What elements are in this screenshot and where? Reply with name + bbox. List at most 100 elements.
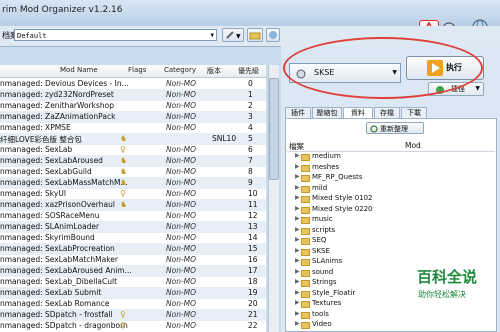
header-priority[interactable]: 優先級 [238,66,259,76]
tree-item-label: Style_Floatir [312,288,356,297]
folder-icon [301,290,310,298]
folder-icon [301,175,310,182]
mod-category: Non-MO [166,123,197,132]
expand-arrow-icon[interactable]: ▶ [295,184,300,191]
flag-icon: ♀ [120,145,126,154]
scrollbar-thumb[interactable] [269,78,279,180]
tree-item-label: Mixed Style 0102 [312,194,373,202]
tree-item-label: SKSE [312,246,330,255]
mod-name: nmanaged: SexLabAroused [0,156,103,165]
mod-name: nmanaged: SkyUI [0,189,67,198]
expand-arrow-icon[interactable]: ▶ [295,205,300,212]
profile-value: Default [17,32,47,40]
folder-icon [301,248,310,256]
mod-name: nmanaged: SexLab [0,145,73,154]
mod-name: nmanaged: xazPrisonOverhaul [0,200,115,209]
tree-item[interactable]: ▶ music [295,215,495,225]
expand-arrow-icon[interactable]: ▶ [295,247,300,254]
header-flags[interactable]: Flags [128,66,146,74]
tree-item[interactable]: ▶ tools [295,310,495,320]
folder-icon[interactable] [247,28,263,42]
watermark-subtitle: 助你轻松解决 [418,290,466,299]
mod-category: Non-MO [166,233,197,242]
mod-priority: 22 [248,321,258,330]
flag-icon: ♞ [120,156,128,165]
mod-category: Non-MO [166,244,197,253]
tree-item-label: MF_RP_Quests [312,173,363,181]
expand-arrow-icon[interactable]: ▶ [295,278,300,285]
folder-icon [301,154,310,161]
tree-item[interactable]: ▶ meshes [295,163,495,173]
mod-name: nmanaged: SexLabGuild [0,167,92,176]
mod-name: nmanaged: XPMSE [0,123,71,132]
tree-item-label: Mixed Style 0220 [312,204,373,213]
header-version[interactable]: 版本 [207,66,221,76]
tree-item[interactable]: ▶ Textures [295,299,495,309]
header-file[interactable]: 檔案 [289,141,304,152]
tools-button[interactable]: ▼ [222,28,244,42]
mod-category: Non-MO [166,145,197,154]
expand-arrow-icon[interactable]: ▶ [295,299,300,306]
header-mod[interactable]: Mod [405,141,421,150]
expand-arrow-icon[interactable]: ▶ [295,152,300,159]
tree-item[interactable]: ▶ mild [295,184,495,194]
expand-arrow-icon[interactable]: ▶ [295,310,300,317]
expand-arrow-icon[interactable]: ▶ [295,163,300,170]
mod-priority: 3 [248,112,253,121]
expand-arrow-icon[interactable]: ▶ [295,215,300,222]
expand-arrow-icon[interactable]: ▶ [295,194,300,201]
tree-item[interactable]: ▶ scripts [295,226,495,236]
header-category[interactable]: Category [164,66,196,74]
tab-archives[interactable]: 壓縮包 [312,107,342,118]
mod-priority: 4 [248,123,253,132]
mod-priority: 6 [248,145,253,154]
mod-priority: 12 [248,211,258,220]
tree-item-label: music [312,215,333,223]
folder-icon [301,185,310,193]
mod-category: Non-MO [166,167,197,176]
expand-arrow-icon[interactable]: ▶ [295,320,300,327]
folder-icon [301,311,310,319]
expand-arrow-icon[interactable]: ▶ [295,289,300,296]
mod-name: nmanaged: SexLabMatchMaker [0,255,118,264]
mod-priority: 17 [248,266,258,275]
tree-item-label: Textures [312,299,342,307]
expand-arrow-icon[interactable]: ▶ [295,268,300,275]
mod-category: Non-MO [166,200,197,209]
folder-icon [301,227,310,235]
tree-item[interactable]: ▶ SEQ [295,236,495,246]
tree-item-label: meshes [312,162,340,171]
tree-item-label: SLAnims [312,257,343,265]
folder-icon [301,217,310,224]
mod-category: Non-MO [166,79,197,88]
tab-downloads[interactable]: 下載 [401,107,427,118]
expand-arrow-icon[interactable]: ▶ [295,236,300,243]
tree-item[interactable]: ▶ medium [295,152,495,162]
tree-item[interactable]: ▶ Mixed Style 0102 [295,194,495,204]
expand-arrow-icon[interactable]: ▶ [295,257,300,264]
tree-item[interactable]: ▶ MF_RP_Quests [295,173,495,183]
mod-name: nmanaged: ZaZAnimationPack [0,112,116,121]
tab-plugins[interactable]: 插件 [285,107,311,118]
mod-name: nmanaged: SexLabProcreation [0,244,115,253]
profile-select[interactable]: Default ▼ [14,29,217,41]
tree-item[interactable]: ▶ SKSE [295,247,495,257]
tab-saves[interactable]: 存檔 [374,107,400,118]
tree-item-label: medium [312,152,341,160]
mod-priority: 1 [248,90,253,99]
mod-category: Non-MO [166,277,197,286]
header-mod-name[interactable]: Mod Name [60,66,98,74]
tree-item[interactable]: ▶ Video [295,320,495,330]
chevron-down-icon: ▼ [475,85,480,92]
expand-arrow-icon[interactable]: ▶ [295,226,300,233]
folder-icon [301,196,310,203]
mod-priority: 21 [248,310,258,319]
info-icon[interactable] [266,28,280,42]
mod-priority: 0 [248,79,253,88]
svg-text:▼: ▼ [236,33,241,40]
table-row[interactable]: nmanaged: SDpatch - dragonborn ♀ Non-MO 22 [0,320,266,332]
expand-arrow-icon[interactable]: ▶ [295,173,300,180]
tree-item[interactable]: ▶ Mixed Style 0220 [295,205,495,215]
mod-priority: 15 [248,244,258,253]
mod-category: Non-MO [166,90,197,99]
